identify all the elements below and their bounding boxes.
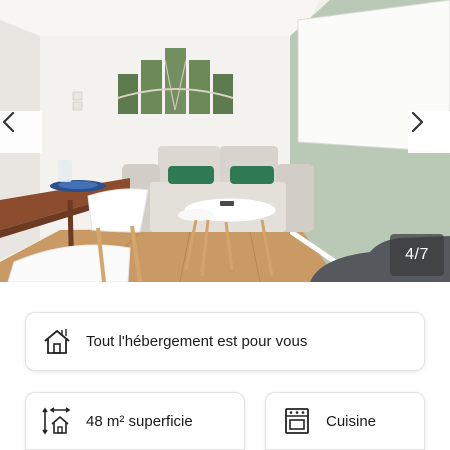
oven-icon (285, 408, 309, 434)
amenity-card-entire-place: Tout l'hébergement est pour vous (25, 312, 425, 371)
area-icon (42, 407, 71, 435)
listing-photo[interactable]: 4/7 (0, 0, 450, 282)
amenity-label: Cuisine (326, 412, 377, 430)
next-photo-button[interactable] (408, 111, 450, 153)
photo-counter: 4/7 (390, 234, 444, 276)
previous-photo-button[interactable] (0, 111, 42, 153)
amenity-card-surface: 48 m² superficie (25, 392, 245, 450)
amenity-label: 48 m² superficie (86, 412, 193, 430)
amenity-card-kitchen: Cuisine (265, 392, 425, 450)
room-photo-illustration (0, 0, 450, 282)
chevron-left-icon (2, 111, 15, 133)
chevron-right-icon (411, 111, 424, 133)
amenity-label: Tout l'hébergement est pour vous (86, 333, 308, 350)
house-icon (44, 328, 70, 354)
